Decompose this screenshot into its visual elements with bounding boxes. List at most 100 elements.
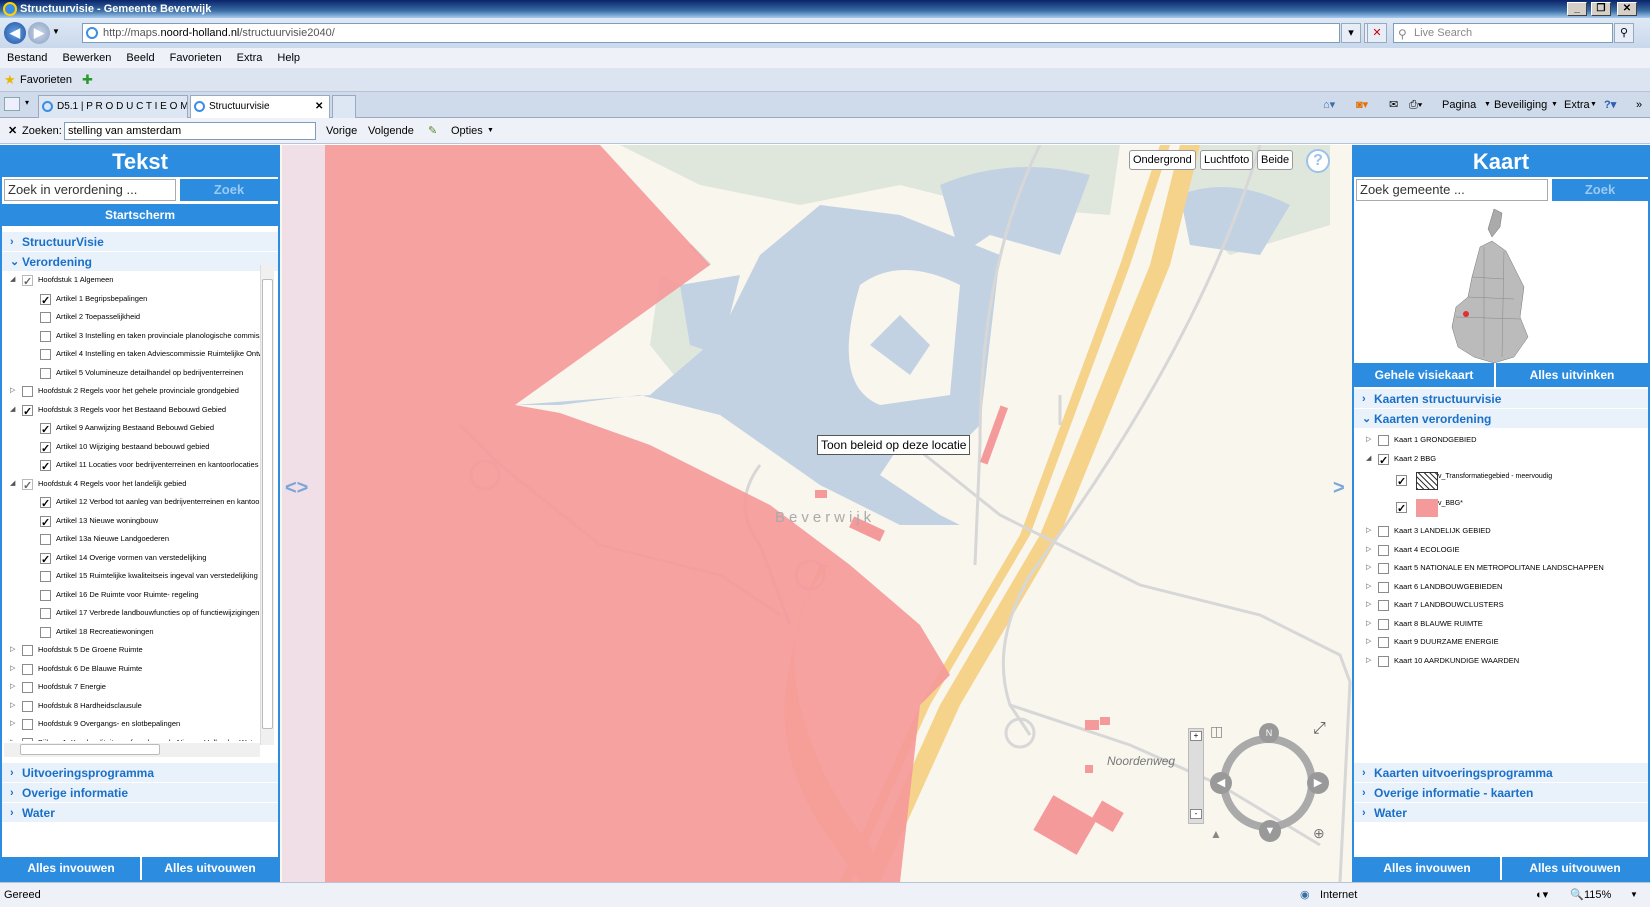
- map-tree-item[interactable]: ▷ Kaart 3 LANDELIJK GEBIED: [1364, 522, 1644, 541]
- tree-item[interactable]: Artikel 1 Begripsbepalingen: [8, 290, 270, 308]
- collapse-left-panel-icon[interactable]: <>: [285, 477, 308, 500]
- tree-checkbox[interactable]: [22, 719, 33, 730]
- legend-checkbox[interactable]: [1396, 473, 1407, 491]
- find-next-button[interactable]: Volgende: [368, 118, 414, 144]
- pan-east-icon[interactable]: ▶: [1307, 772, 1329, 794]
- tree-checkbox[interactable]: [22, 477, 33, 493]
- tree-checkbox[interactable]: [40, 458, 51, 475]
- forward-button[interactable]: ▶: [28, 22, 50, 44]
- tab-list-icon[interactable]: ▾: [25, 98, 29, 107]
- expand-icon[interactable]: ▷: [1366, 652, 1371, 670]
- tree-checkbox[interactable]: [22, 737, 33, 741]
- tree-item[interactable]: Artikel 13a Nieuwe Landgoederen: [8, 530, 270, 549]
- menu-pagina[interactable]: Pagina: [1442, 92, 1476, 118]
- tree-item[interactable]: Artikel 18 Recreatiewoningen: [8, 623, 270, 642]
- pan-south-icon[interactable]: ▼: [1259, 820, 1281, 842]
- collapse-all-button[interactable]: Alles invouwen: [2, 857, 140, 880]
- tree-checkbox[interactable]: [40, 571, 51, 582]
- pan-west-icon[interactable]: ◀: [1210, 772, 1232, 794]
- tree-item[interactable]: Artikel 14 Overige vormen van verstedeli…: [8, 549, 270, 567]
- tree-checkbox[interactable]: [40, 589, 51, 601]
- tree-item[interactable]: Artikel 10 Wijziging bestaand bebouwd ge…: [8, 438, 270, 456]
- legend-item[interactable]: v_BBG*: [1364, 495, 1644, 522]
- tree-item[interactable]: ◢ Hoofdstuk 4 Regels voor het landelijk g…: [8, 475, 270, 494]
- section-kaarten-structuurvisie[interactable]: › Kaarten structuurvisie: [1354, 389, 1648, 409]
- close-find-icon[interactable]: ✕: [8, 118, 17, 144]
- verordening-search-input[interactable]: Zoek in verordening ...: [4, 179, 176, 201]
- expand-icon[interactable]: ▷: [1366, 596, 1371, 614]
- alles-uitvinken-button[interactable]: Alles uitvinken: [1496, 363, 1648, 387]
- tree-horizontal-scrollbar[interactable]: [4, 743, 260, 757]
- tree-item[interactable]: Artikel 3 Instelling en taken provincial…: [8, 327, 270, 346]
- tree-checkbox[interactable]: [40, 367, 51, 379]
- map-tree-item[interactable]: ▷ Kaart 10 AARDKUNDIGE WAARDEN: [1364, 652, 1644, 671]
- scroll-thumb[interactable]: [20, 744, 160, 755]
- tree-checkbox[interactable]: [40, 312, 51, 323]
- map-tree-item[interactable]: ▷ Kaart 7 LANDBOUWCLUSTERS: [1364, 596, 1644, 615]
- map-tree-checkbox[interactable]: [1378, 618, 1389, 630]
- tree-checkbox[interactable]: [22, 386, 33, 397]
- menu-beveiliging[interactable]: Beveiliging: [1494, 92, 1547, 118]
- menu-bewerken[interactable]: Bewerken: [62, 52, 111, 64]
- tree-item[interactable]: Artikel 2 Toepasselijkheid: [8, 308, 270, 327]
- expand-icon[interactable]: ▷: [1366, 541, 1371, 559]
- map-tree-checkbox[interactable]: [1378, 526, 1389, 537]
- map-tree-checkbox[interactable]: [1378, 600, 1389, 611]
- tree-checkbox[interactable]: [22, 645, 33, 656]
- tree-item[interactable]: Artikel 4 Instelling en taken Adviescomm…: [8, 345, 270, 364]
- globe-icon[interactable]: ⊕: [1313, 825, 1325, 842]
- tree-checkbox[interactable]: [22, 700, 33, 712]
- expand-icon[interactable]: ▷: [1366, 559, 1371, 577]
- zoom-chevron-icon[interactable]: ▼: [1630, 883, 1638, 907]
- tree-checkbox[interactable]: [22, 682, 33, 693]
- map-tree-checkbox[interactable]: [1378, 452, 1389, 468]
- close-tab-icon[interactable]: ✕: [315, 96, 323, 117]
- collapse-icon[interactable]: ◢: [10, 271, 15, 289]
- expand-icon[interactable]: ▷: [10, 697, 15, 715]
- tree-checkbox[interactable]: [40, 495, 51, 512]
- zoom-in-icon[interactable]: +: [1190, 731, 1202, 741]
- pan-north-icon[interactable]: N: [1259, 723, 1279, 743]
- tree-item[interactable]: Artikel 11 Locaties voor bedrijventerrei…: [8, 456, 270, 475]
- tab-structuurvisie[interactable]: Structuurvisie ✕: [190, 95, 330, 118]
- expand-icon[interactable]: ▷: [1366, 633, 1371, 651]
- help-icon[interactable]: ?▾: [1604, 92, 1616, 118]
- highlight-icon[interactable]: ✎: [428, 118, 437, 144]
- tree-item[interactable]: ▷ Hoofdstuk 8 Hardheidsclausule: [8, 697, 270, 716]
- menu-beeld[interactable]: Beeld: [126, 52, 154, 64]
- expand-all-button[interactable]: Alles uitvouwen: [142, 857, 278, 880]
- tree-item[interactable]: ▷ Bijlage 1: Kernkwaliteiten erfgoederen …: [8, 734, 270, 742]
- expand-all-maps-button[interactable]: Alles uitvouwen: [1502, 857, 1648, 880]
- pan-ring[interactable]: [1220, 735, 1316, 831]
- legend-item[interactable]: v_Transformatiegebied - meervoudig: [1364, 468, 1644, 495]
- tree-item[interactable]: Artikel 16 De Ruimte voor Ruimte- regeli…: [8, 586, 270, 605]
- collapse-all-maps-button[interactable]: Alles invouwen: [1354, 857, 1500, 880]
- find-previous-button[interactable]: Vorige: [326, 118, 357, 144]
- expand-icon[interactable]: ▷: [10, 382, 15, 400]
- new-tab-button[interactable]: [332, 95, 356, 118]
- split-view-icon[interactable]: ◫: [1210, 723, 1223, 740]
- tree-vertical-scrollbar[interactable]: [260, 265, 274, 745]
- map-tree-checkbox[interactable]: [1378, 581, 1389, 593]
- live-search-input[interactable]: ⚲ Live Search: [1393, 23, 1613, 43]
- expand-icon[interactable]: ▷: [10, 734, 15, 742]
- expand-icon[interactable]: ▷: [10, 641, 15, 659]
- close-window-button[interactable]: ✕: [1617, 2, 1637, 16]
- zoom-slider[interactable]: + -: [1188, 728, 1204, 824]
- section-overige-informatie[interactable]: › Overige informatie: [2, 783, 278, 803]
- map-tree-checkbox[interactable]: [1378, 544, 1389, 556]
- menu-extra[interactable]: Extra: [237, 52, 263, 64]
- print-icon[interactable]: ⎙▾: [1409, 92, 1422, 118]
- map-tree-checkbox[interactable]: [1378, 655, 1389, 667]
- favorites-button[interactable]: Favorieten: [20, 74, 72, 86]
- find-options-button[interactable]: Opties: [451, 118, 483, 144]
- menu-extra-cmd[interactable]: Extra: [1564, 92, 1590, 118]
- section-kaarten-verordening[interactable]: ⌄ Kaarten verordening: [1354, 409, 1648, 429]
- section-uitvoeringsprogramma[interactable]: › Uitvoeringsprogramma: [2, 763, 278, 783]
- restore-button[interactable]: ❐: [1591, 2, 1611, 16]
- tree-checkbox[interactable]: [40, 330, 51, 342]
- tree-item[interactable]: Artikel 9 Aanwijzing Bestaand Bebouwd Ge…: [8, 419, 270, 438]
- expand-icon[interactable]: ▷: [1366, 578, 1371, 596]
- tree-checkbox[interactable]: [40, 349, 51, 360]
- mail-icon[interactable]: ✉: [1389, 92, 1398, 118]
